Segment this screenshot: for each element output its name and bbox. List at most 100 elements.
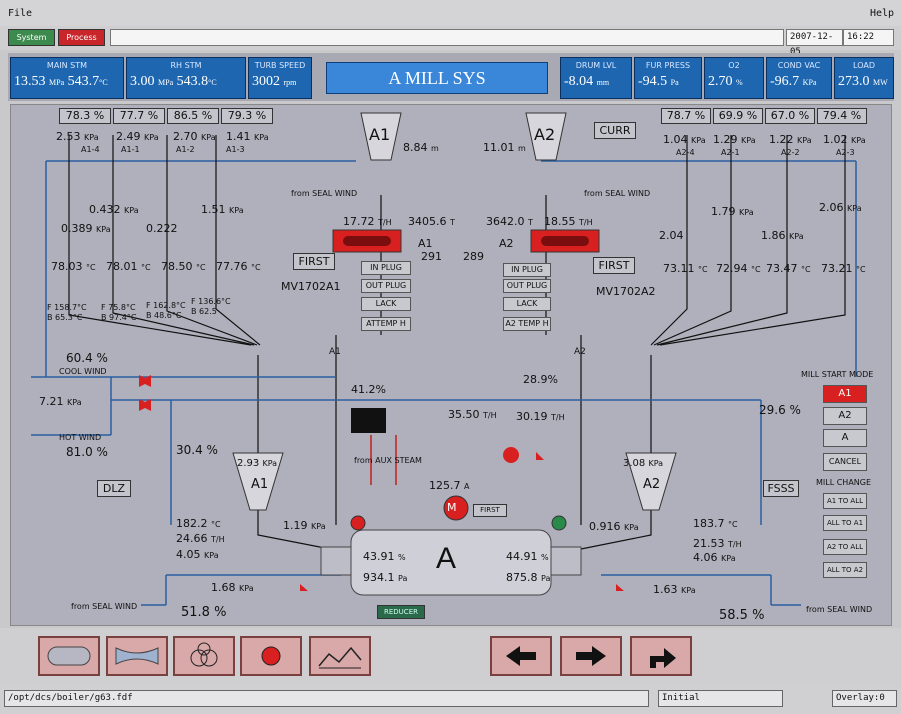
file-menu[interactable]: File	[8, 8, 32, 19]
left-b3: B 48.6°C	[146, 311, 182, 320]
mill-start-title: MILL START MODE	[801, 370, 874, 379]
right-pct-1: 78.7 %	[661, 108, 711, 124]
feeder-a2-total: 3642.0 T	[486, 215, 533, 228]
all-to-a2-button[interactable]: ALL TO A2	[823, 562, 867, 578]
tag-a1-1: A1-1	[121, 145, 140, 154]
fsss-button[interactable]: FSSS	[763, 480, 799, 497]
alarm-view-button[interactable]	[240, 636, 302, 676]
cool-pct: 60.4 %	[66, 351, 108, 365]
separator-a1-label: A1	[251, 477, 269, 492]
out-plug-a2[interactable]: OUT PLUG	[503, 279, 551, 293]
mill-a-label: A	[436, 542, 457, 575]
tag-a2-3: A2-3	[836, 148, 855, 157]
page-title: A MILL SYS	[326, 62, 548, 94]
right-kpa-3: 1.22 KPa	[769, 133, 812, 146]
first-button-a2[interactable]: FIRST	[593, 257, 635, 274]
cylinder-view-button[interactable]	[38, 636, 100, 676]
a2-temp: 183.7 °C	[693, 517, 738, 530]
left-kpa-1: 2.53 KPa	[56, 130, 99, 143]
low-rkpa-2: 1.86 KPa	[761, 229, 804, 242]
mid-rkpa-1: 1.79 KPa	[711, 205, 754, 218]
mv-a1: MV1702A1	[281, 280, 341, 293]
fur-press-meter: FUR PRESS -94.5 Pa	[634, 57, 702, 99]
main-stm-meter: MAIN STM 13.53 MPa 543.7°C	[10, 57, 124, 99]
mode-cancel-button[interactable]: CANCEL	[823, 453, 867, 471]
left-temp-4: 77.76 °C	[216, 260, 261, 273]
forward-button[interactable]	[560, 636, 622, 676]
a2temp[interactable]: A2 TEMP H	[503, 317, 551, 331]
status-bar: /opt/dcs/boiler/g63.fdf Initial Overlay:…	[0, 686, 901, 714]
seal-wind-right: from SEAL WIND	[806, 605, 873, 614]
first-button-mill[interactable]: FIRST	[473, 504, 507, 517]
hot-wind-label: HOT WIND	[59, 433, 102, 442]
date-display: 2007-12-05	[786, 29, 843, 57]
load-meter: LOAD 273.0 MW	[834, 57, 894, 99]
in-plug-a2[interactable]: IN PLUG	[503, 263, 551, 277]
right-kpa-1: 1.04 KPa	[663, 133, 706, 146]
right-temp-3: 73.47 °C	[766, 262, 811, 275]
right-pct-4: 79.4 %	[817, 108, 867, 124]
in-plug-a1[interactable]: IN PLUG	[361, 261, 411, 275]
first-button-a1[interactable]: FIRST	[293, 253, 335, 270]
left-b2: B 97.4°C	[101, 313, 137, 322]
mode-a1-button[interactable]: A1	[823, 385, 867, 403]
attemp-a1[interactable]: ATTEMP H	[361, 317, 411, 331]
mill-current: 125.7 A	[429, 479, 470, 492]
system-button[interactable]: System	[8, 29, 55, 46]
left-f4: F 136.6°C	[191, 297, 231, 306]
curr-button[interactable]: CURR	[594, 122, 636, 139]
time-display: 16:22	[843, 29, 894, 46]
command-input[interactable]	[110, 29, 784, 46]
toolbar: System Process 2007-12-05 16:22	[0, 26, 901, 57]
left-kpa-3: 2.70 KPa	[173, 130, 216, 143]
aux-steam-label: from AUX STEAM	[354, 456, 422, 465]
left-f1: F 158.7°C	[47, 303, 87, 312]
help-menu[interactable]: Help	[870, 8, 894, 19]
cylinder-icon	[47, 646, 91, 666]
a2-flow: 21.53 T/H	[693, 537, 742, 550]
damper-mid2: 28.9%	[523, 373, 558, 386]
heater-view-button[interactable]	[106, 636, 168, 676]
tag-a2-1: A2-1	[721, 148, 740, 157]
process-button[interactable]: Process	[58, 29, 105, 46]
a2-to-all-button[interactable]: A2 TO ALL	[823, 539, 867, 555]
mid-kpa-1: 0.432 KPa	[89, 203, 139, 216]
all-to-a1-button[interactable]: ALL TO A1	[823, 515, 867, 531]
bunker-a1-label: A1	[369, 125, 391, 144]
header-meters: MAIN STM 13.53 MPa 543.7°C RH STM 3.00 M…	[8, 53, 894, 101]
left-pct-4: 79.3 %	[221, 108, 273, 124]
reducer-box: REDUCER	[377, 605, 425, 619]
seal-r-pct: 58.5 %	[719, 608, 765, 623]
back-button[interactable]	[490, 636, 552, 676]
left-pct-1: 78.3 %	[59, 108, 111, 124]
mid-rkpa-2: 2.06 KPa	[819, 201, 862, 214]
rh-stm-meter: RH STM 3.00 MPa 543.8°C	[126, 57, 246, 99]
mode-a2-button[interactable]: A2	[823, 407, 867, 425]
left-kpa-4: 1.41 KPa	[226, 130, 269, 143]
turb-speed-meter: TURB SPEED 3002 rpm	[248, 57, 312, 99]
arrow-left-icon	[506, 646, 536, 666]
a2-dp: 0.916 KPa	[589, 520, 639, 533]
a1-to-all-button[interactable]: A1 TO ALL	[823, 493, 867, 509]
nav-bar	[0, 628, 901, 686]
trend-view-button[interactable]	[309, 636, 371, 676]
lack-a1[interactable]: LACK	[361, 297, 411, 311]
mid-kpa-2: 1.51 KPa	[201, 203, 244, 216]
mill-r-pct: 44.91 %	[506, 550, 549, 563]
up-button[interactable]	[630, 636, 692, 676]
out-plug-a1[interactable]: OUT PLUG	[361, 279, 411, 293]
dlz-button[interactable]: DLZ	[97, 480, 131, 497]
mill-l-pa: 934.1 Pa	[363, 571, 408, 584]
transformer-view-button[interactable]	[173, 636, 235, 676]
exchanger-icon	[115, 647, 159, 665]
mode-a-button[interactable]: A	[823, 429, 867, 447]
mill-l-pct: 43.91 %	[363, 550, 406, 563]
transformer-icon	[190, 642, 218, 667]
flow-a1: 35.50 T/H	[448, 408, 497, 421]
seal-l-pct: 51.8 %	[181, 605, 227, 620]
cool-wind-label: COOL WIND	[59, 367, 107, 376]
lack-a2[interactable]: LACK	[503, 297, 551, 311]
right-temp-1: 73.11 °C	[663, 262, 708, 275]
right-temp-4: 73.21 °C	[821, 262, 866, 275]
a1-flow: 24.66 T/H	[176, 532, 225, 545]
